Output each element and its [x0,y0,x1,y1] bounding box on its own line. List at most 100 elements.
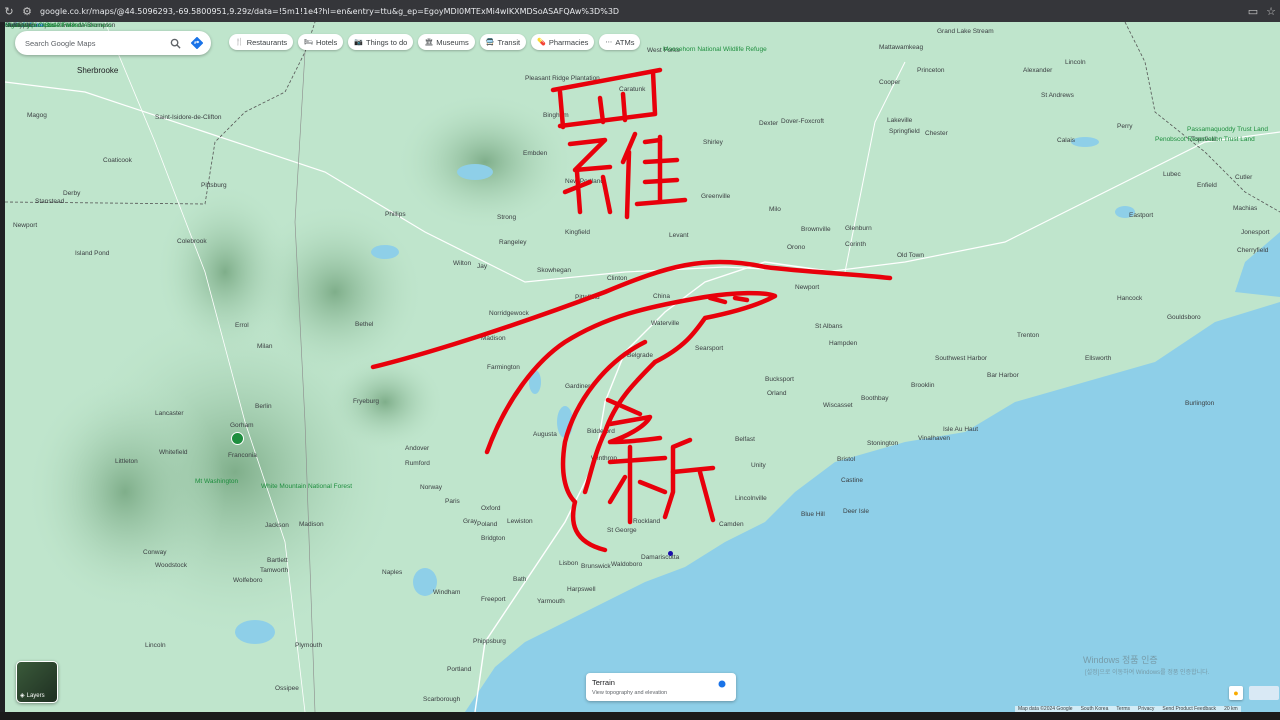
site-info-icon[interactable]: ⚙ [18,5,36,18]
map-place-label[interactable]: Rangeley [499,239,526,246]
map-place-label[interactable]: Scarborough [423,696,460,703]
map-place-label[interactable]: Ossipee [275,685,299,692]
map-place-label[interactable]: Wilton [453,260,471,267]
map-place-label[interactable]: Mt Washington [195,478,238,485]
map-place-label[interactable]: Strong [497,214,516,221]
map-place-label[interactable]: Lewiston [507,518,533,525]
map-place-label[interactable]: Trenton [1017,332,1039,339]
map-place-label[interactable]: Belgrade [627,352,653,359]
map-place-label[interactable]: Cutler [1235,174,1252,181]
map-place-label[interactable]: Bucksport [765,376,794,383]
map-place-label[interactable]: Winthrop [591,455,617,462]
map-place-label[interactable]: Harpswell [567,586,596,593]
search-box[interactable]: Search Google Maps [15,31,211,55]
map-place-label[interactable]: Colebrook [177,238,207,245]
map-place-label[interactable]: White Mountain National Forest [261,483,352,490]
map-place-label[interactable]: Stanstead [35,198,64,205]
map-place-label[interactable]: Magog [27,112,47,119]
map-place-label[interactable]: Princeton [917,67,944,74]
map-place-label[interactable]: St George [607,527,637,534]
map-place-label[interactable]: Eastport [1129,212,1153,219]
map-place-label[interactable]: Bethel [355,321,373,328]
map-place-label[interactable]: Cherryfield [1237,247,1268,254]
street-view-pegman-icon[interactable]: ● [1229,686,1243,700]
map-place-label[interactable]: Levant [669,232,689,239]
map-place-label[interactable]: Dexter [759,120,778,127]
map-place-label[interactable]: Bath [513,576,526,583]
map-place-label[interactable]: Biddeford [587,428,615,435]
chip-atms[interactable]: ⋯ ATMs [599,34,641,50]
map-canvas[interactable]: Saint-François-Xavier-de-Brompton Sherbro… [5,22,1280,712]
mountain-marker-icon[interactable] [231,432,244,445]
map-place-label[interactable]: Gray [463,518,477,525]
map-place-label[interactable]: Lubec [1163,171,1181,178]
map-place-label[interactable]: Rockland [633,518,660,525]
map-place-label[interactable]: Norridgewock [489,310,529,317]
map-place-label[interactable]: Isle Au Haut [943,426,978,433]
map-place-label[interactable]: Bristol [837,456,855,463]
map-place-label[interactable]: Ellsworth [1085,355,1111,362]
map-place-label[interactable]: Augusta [533,431,557,438]
map-place-label[interactable]: Hampden [829,340,857,347]
terrain-toggle-card[interactable]: Terrain View topography and elevation [586,673,736,701]
search-icon[interactable] [167,35,183,51]
map-place-label[interactable]: Pittsburg [201,182,227,189]
map-place-label[interactable]: Kingfield [565,229,590,236]
map-place-label[interactable]: Whitefield [159,449,188,456]
bookmark-star-icon[interactable]: ☆ [1262,5,1280,18]
map-place-label[interactable]: Glenburn [845,225,872,232]
map-place-label[interactable]: Newport [13,222,37,229]
map-place-label[interactable]: Franconia [228,452,257,459]
map-place-label[interactable]: Milan [257,343,273,350]
map-place-label[interactable]: Errol [235,322,249,329]
map-place-label[interactable]: Lancaster [155,410,184,417]
globe-view-thumbnail[interactable] [1249,686,1279,700]
map-place-label[interactable]: Unity [751,462,766,469]
map-place-label[interactable]: Alexander [1023,67,1052,74]
map-place-label[interactable]: Bridgton [481,535,505,542]
map-place-label[interactable]: Derby [63,190,80,197]
search-input[interactable]: Search Google Maps [25,39,167,48]
cast-icon[interactable]: ▭ [1244,5,1262,18]
map-place-label[interactable]: Clinton [607,275,627,282]
map-place-label[interactable]: Searsport [695,345,723,352]
map-place-label[interactable]: Penobscot Reservation Trust Land [1155,136,1255,143]
map-place-label[interactable]: Moosehorn National Wildlife Refuge [663,46,767,53]
chip-museums[interactable]: 🏛 Museums [418,34,475,50]
map-place-label[interactable]: Conway [143,549,166,556]
map-place-label[interactable]: Freeport [481,596,506,603]
directions-icon[interactable] [189,35,205,51]
map-place-label[interactable]: Newport [795,284,819,291]
map-place-label[interactable]: Island Pond [75,250,109,257]
map-place-label[interactable]: Orland [767,390,787,397]
map-place-label[interactable]: Springfield [889,128,920,135]
map-place-label[interactable]: Cooper [879,79,900,86]
map-place-label[interactable]: Corinth [845,241,866,248]
map-place-label[interactable]: Chester [925,130,948,137]
map-place-label[interactable]: Gouldsboro [1167,314,1201,321]
chip-pharmacies[interactable]: 💊 Pharmacies [531,34,595,50]
map-place-label[interactable]: Old Town [897,252,924,259]
map-place-label[interactable]: Deer Isle [843,508,869,515]
map-place-label[interactable]: Phippsburg [473,638,506,645]
map-place-label[interactable]: Rumford [405,460,430,467]
map-place-label[interactable]: Berlin [255,403,272,410]
map-place-label[interactable]: Camden [719,521,744,528]
map-place-label[interactable]: Shirley [703,139,723,146]
chip-restaurants[interactable]: 🍴 Restaurants [229,34,294,50]
map-place-label[interactable]: Lincoln [1065,59,1086,66]
map-place-label[interactable]: Oxford [481,505,501,512]
map-place-label[interactable]: Milo [769,206,781,213]
map-place-label[interactable]: Machias [1233,205,1257,212]
map-place-label[interactable]: Hancock [1117,295,1142,302]
map-place-label[interactable]: Boothbay [861,395,888,402]
map-place-label[interactable]: Skowhegan [537,267,571,274]
map-place-label[interactable]: Waterville [651,320,679,327]
map-place-label[interactable]: Southwest Harbor [935,355,987,362]
address-bar[interactable]: google.co.kr/maps/@44.5096293,-69.580095… [40,7,1244,16]
map-place-label[interactable]: Lisbon [559,560,578,567]
map-place-label[interactable]: Paris [445,498,460,505]
map-place-label[interactable]: Farmington [487,364,520,371]
map-place-label[interactable]: Yarmouth [537,598,565,605]
map-place-label[interactable]: Madison [481,335,506,342]
